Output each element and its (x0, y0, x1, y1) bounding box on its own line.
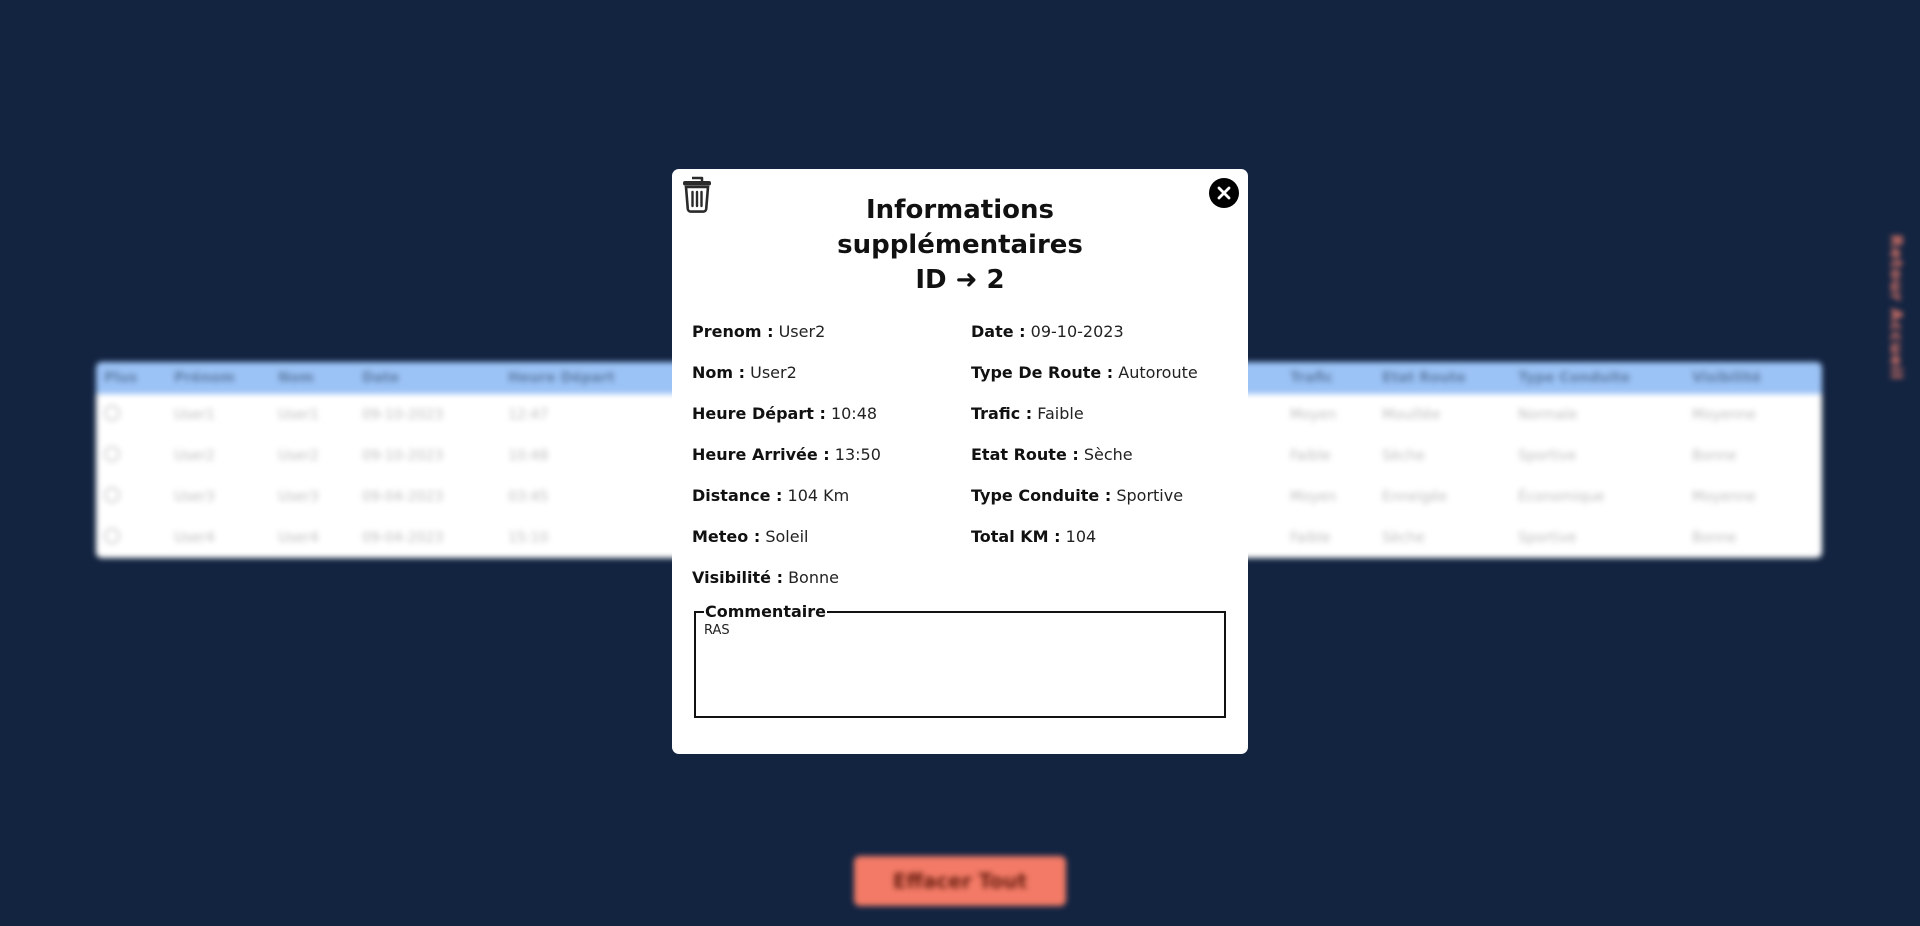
field-value: Bonne (788, 568, 839, 587)
field-label: Etat Route : (971, 445, 1079, 464)
table-cell: Faible (1290, 447, 1331, 464)
modal-title: Informations supplémentaires ID ➜ 2 (672, 193, 1248, 298)
field-label: Heure Départ : (692, 404, 826, 423)
table-cell: User3 (278, 488, 319, 505)
table-cell: 09-04-2023 (362, 529, 444, 546)
delete-all-button[interactable]: Effacer Tout (854, 856, 1066, 906)
comment-legend: Commentaire (705, 602, 826, 621)
plus-icon[interactable] (104, 527, 120, 544)
table-cell: 03:45 (508, 488, 549, 505)
table-cell: Sportive (1518, 447, 1577, 464)
field-total-km: Total KM : 104 (971, 527, 1096, 546)
field-heure-arrivee: Heure Arrivée : 13:50 (692, 445, 881, 464)
field-value: Sportive (1116, 486, 1184, 505)
table-cell: 09-10-2023 (362, 447, 444, 464)
field-label: Distance : (692, 486, 783, 505)
table-cell: Bonne (1692, 529, 1737, 546)
column-header: Plus (104, 370, 138, 386)
field-label: Total KM : (971, 527, 1061, 546)
modal-title-line: Informations (865, 195, 1054, 225)
table-cell: User1 (278, 406, 319, 423)
field-prenom: Prenom : User2 (692, 322, 825, 341)
table-cell: Économique (1518, 488, 1605, 505)
field-label: Trafic : (971, 404, 1033, 423)
table-cell: Moyenne (1692, 488, 1756, 505)
table-cell: User4 (278, 529, 319, 546)
plus-icon[interactable] (104, 404, 120, 421)
field-value: User2 (778, 322, 826, 341)
field-trafic: Trafic : Faible (971, 404, 1084, 423)
field-etat-route: Etat Route : Sèche (971, 445, 1133, 464)
table-cell: User2 (278, 447, 319, 464)
table-cell: Sportive (1518, 529, 1577, 546)
field-distance: Distance : 104 Km (692, 486, 849, 505)
field-type-route: Type De Route : Autoroute (971, 363, 1198, 382)
comment-text: RAS (704, 623, 730, 638)
table-cell: 09-10-2023 (362, 406, 444, 423)
plus-icon[interactable] (104, 445, 120, 462)
field-label: Type De Route : (971, 363, 1114, 382)
modal-title-id: ID ➜ 2 (915, 265, 1005, 295)
column-header: Type Conduite (1518, 370, 1631, 386)
table-cell: User3 (174, 488, 215, 505)
field-meteo: Meteo : Soleil (692, 527, 808, 546)
table-cell: Moyen (1290, 406, 1337, 423)
field-heure-depart: Heure Départ : 10:48 (692, 404, 877, 423)
field-label: Date : (971, 322, 1026, 341)
table-cell: User2 (174, 447, 215, 464)
table-cell: 12:47 (508, 406, 549, 423)
table-cell: Normale (1518, 406, 1578, 423)
field-value: 104 Km (787, 486, 850, 505)
plus-icon[interactable] (104, 486, 120, 503)
table-cell: Bonne (1692, 447, 1737, 464)
field-label: Meteo : (692, 527, 761, 546)
field-value: Faible (1037, 404, 1084, 423)
column-header: Heure Départ (508, 370, 615, 386)
table-cell: Moyen (1290, 488, 1337, 505)
table-cell: Sèche (1382, 447, 1425, 464)
field-type-conduite: Type Conduite : Sportive (971, 486, 1183, 505)
field-value: Soleil (765, 527, 809, 546)
table-cell: Faible (1290, 529, 1331, 546)
field-value: Sèche (1083, 445, 1133, 464)
column-header: Trafic (1290, 370, 1334, 386)
comment-box: Commentaire RAS (694, 602, 1226, 718)
field-visibilite: Visibilité : Bonne (692, 568, 839, 587)
column-header: Visibilité (1692, 370, 1762, 386)
table-cell: 10:48 (508, 447, 549, 464)
column-header: Prénom (174, 370, 235, 386)
table-cell: Mouillée (1382, 406, 1441, 423)
table-cell: Enneigée (1382, 488, 1448, 505)
table-cell: 09-04-2023 (362, 488, 444, 505)
column-header: Nom (278, 370, 314, 386)
field-value: Autoroute (1118, 363, 1198, 382)
field-date: Date : 09-10-2023 (971, 322, 1124, 341)
table-cell: User1 (174, 406, 215, 423)
field-value: 13:50 (834, 445, 881, 464)
table-cell: Sèche (1382, 529, 1425, 546)
column-header: Date (362, 370, 400, 386)
field-value: User2 (750, 363, 797, 382)
field-value: 104 (1065, 527, 1097, 546)
field-nom: Nom : User2 (692, 363, 797, 382)
trip-details-modal: Informations supplémentaires ID ➜ 2 Pren… (672, 169, 1248, 754)
field-label: Type Conduite : (971, 486, 1112, 505)
modal-title-line: supplémentaires (837, 230, 1083, 260)
column-header: Etat Route (1382, 370, 1466, 386)
field-label: Heure Arrivée : (692, 445, 830, 464)
page: Plus Prénom Nom Date Heure Départ Trafic… (0, 0, 1920, 926)
field-value: 09-10-2023 (1030, 322, 1124, 341)
field-value: 10:48 (830, 404, 878, 423)
back-home-link[interactable]: Retour Accueil (1887, 235, 1906, 380)
field-label: Prenom : (692, 322, 774, 341)
field-label: Nom : (692, 363, 746, 382)
table-cell: Moyenne (1692, 406, 1756, 423)
table-cell: 15:10 (508, 529, 549, 546)
table-cell: User4 (174, 529, 215, 546)
field-label: Visibilité : (692, 568, 783, 587)
